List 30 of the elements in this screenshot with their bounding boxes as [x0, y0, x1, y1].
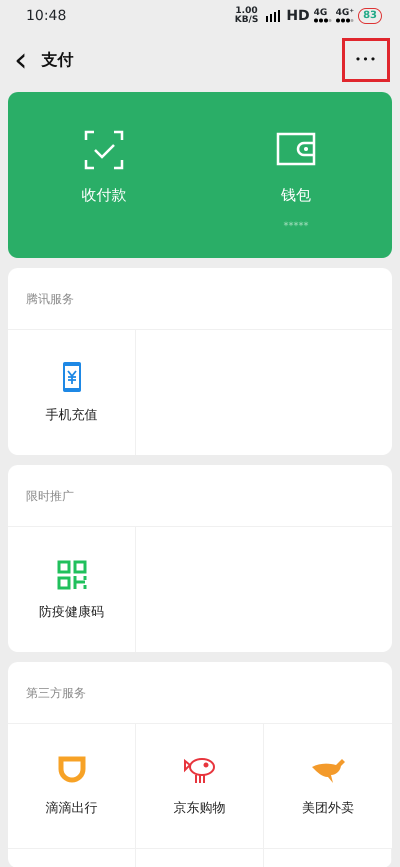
network-speed-text: 1.00 — [235, 7, 258, 16]
back-button[interactable]: ‹ — [8, 43, 34, 77]
section-title: 限时推广 — [26, 488, 74, 504]
signal-icon — [314, 18, 332, 23]
signal-icon — [336, 18, 354, 23]
wifi-signal-icon — [266, 10, 282, 22]
speed-unit-text: KB/S — [234, 16, 258, 25]
tile-label: 钱包 — [281, 185, 311, 206]
tile-label: 防疫健康码 — [39, 604, 104, 622]
battery-icon: 83 — [358, 8, 382, 24]
network-type-text: 4G — [314, 9, 328, 18]
section-title: 第三方服务 — [26, 684, 86, 702]
scan-check-icon — [84, 130, 124, 170]
service-tile[interactable]: 美团外卖 — [264, 724, 392, 849]
tile-label: 美团外卖 — [302, 800, 354, 818]
more-button[interactable]: ••• — [342, 38, 390, 82]
tile-label: 滴滴出行 — [46, 800, 98, 818]
hd-text: HD — [286, 6, 310, 26]
network-type-text: 4G⁺ — [336, 9, 354, 18]
tile-label: 收付款 — [82, 185, 126, 206]
service-tile[interactable]: 京东购物 — [136, 724, 264, 849]
tile-label: 手机充值 — [46, 406, 98, 425]
tile-label: 京东购物 — [174, 800, 226, 818]
page-title: 支付 — [42, 49, 74, 71]
clock-text: 10:48 — [26, 6, 66, 26]
section-title: 腾讯服务 — [26, 290, 74, 308]
balance-text: ***** — [284, 220, 308, 234]
service-tile[interactable]: 滴滴出行 — [8, 724, 136, 849]
service-tile[interactable]: 手机充值 — [8, 330, 136, 455]
service-tile[interactable]: 防疫健康码 — [8, 527, 136, 652]
